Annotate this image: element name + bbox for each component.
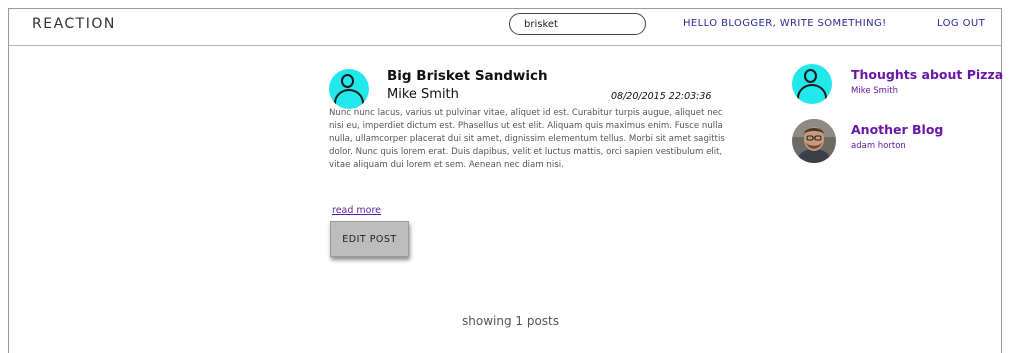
post-timestamp: 08/20/2015 22:03:36 <box>611 91 712 102</box>
search-input[interactable] <box>509 13 646 35</box>
logout-link[interactable]: LOG OUT <box>937 18 985 29</box>
sidebar-post-author: adam horton <box>851 141 906 151</box>
write-post-link[interactable]: HELLO BLOGGER, WRITE SOMETHING! <box>683 18 887 29</box>
user-avatar-icon <box>792 64 832 104</box>
post-author: Mike Smith <box>387 87 459 102</box>
user-photo-avatar <box>792 119 836 163</box>
sidebar-post-title[interactable]: Thoughts about Pizza <box>851 67 1003 82</box>
sidebar-post-title[interactable]: Another Blog <box>851 122 943 137</box>
read-more-link[interactable]: read more <box>332 205 381 216</box>
post-body: Nunc nunc lacus, varius ut pulvinar vita… <box>329 108 725 171</box>
app-frame: REACTION HELLO BLOGGER, WRITE SOMETHING!… <box>8 8 1003 353</box>
edit-post-button[interactable]: EDIT POST <box>330 221 409 257</box>
post-title[interactable]: Big Brisket Sandwich <box>387 68 548 84</box>
sidebar-post-author: Mike Smith <box>851 86 899 96</box>
sidebar-post-item[interactable]: Thoughts about Pizza Mike Smith <box>792 64 1003 108</box>
post-count-text: showing 1 posts <box>462 314 560 328</box>
user-avatar-icon <box>329 69 369 109</box>
navbar: REACTION HELLO BLOGGER, WRITE SOMETHING!… <box>9 9 1001 46</box>
sidebar-post-item[interactable]: Another Blog adam horton <box>792 119 1002 163</box>
brand-logo[interactable]: REACTION <box>32 16 116 32</box>
